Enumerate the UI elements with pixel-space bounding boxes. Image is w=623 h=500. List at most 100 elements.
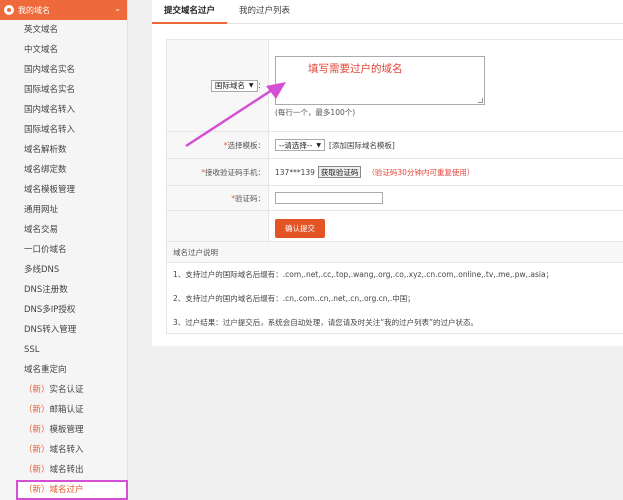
sidebar-item-label: 通用网址 [24,205,59,215]
notes-title: 域名过户说明 [167,242,623,263]
sidebar-item-dns-transfer[interactable]: DNS转入管理 [0,320,127,340]
sidebar-item-label: 实名认证 [49,385,84,395]
sidebar-item-dns-multi-ip[interactable]: DNS多IP授权 [0,300,127,320]
sidebar-header-my-domains[interactable]: 我的域名 ⌄ [0,0,127,20]
sidebar-item-label: 英文域名 [24,25,59,35]
form-row-domains: 国际域名 ▼ ： 填写需要过户的域名 (每行一个，最多100个) [167,40,623,132]
note-item: 1、支持过户的国际域名后缀有：.com,.net,.cc,.top,.wang,… [173,270,554,279]
sidebar-item-multiline-dns[interactable]: 多线DNS [0,260,127,280]
verification-code-input[interactable] [275,192,383,204]
tab-submit-transfer[interactable]: 提交域名过户 [152,0,228,24]
domain-type-select[interactable]: 国际域名 ▼ [210,79,258,92]
main-panel: 国际域名 ▼ ： 填写需要过户的域名 (每行一个，最多100个) * 选择模板： [152,24,623,346]
sidebar-item-label: 域名绑定数 [24,165,67,175]
template-label-cell: * 选择模板： [167,132,269,158]
domain-textarea[interactable]: 填写需要过户的域名 [275,56,485,105]
transfer-form: 国际域名 ▼ ： 填写需要过户的域名 (每行一个，最多100个) * 选择模板： [166,39,623,247]
sidebar-item-template-manage[interactable]: 域名模板管理 [0,180,127,200]
form-row-template: * 选择模板： --请选择-- ▼ [添加国际域名模板] [167,132,623,159]
phone-label: 接收验证码手机： [205,167,265,177]
sidebar-item-label: 国内域名转入 [24,105,76,115]
form-row-code: * 验证码： [167,186,623,211]
sidebar-item-ssl[interactable]: SSL [0,340,127,360]
sidebar-item-label: DNS转入管理 [24,325,77,335]
sidebar-item-new-template[interactable]: （新）模板管理 [0,420,127,440]
sidebar-menu: 英文域名 中文域名 国内域名实名 国际域名实名 国内域名转入 国际域名转入 域名… [0,20,128,500]
sidebar-item-dns-resolve[interactable]: 域名解析数 [0,140,127,160]
submit-button[interactable]: 确认提交 [275,219,325,238]
new-tag: （新） [24,385,50,395]
sidebar-item-english-domain[interactable]: 英文域名 [0,20,127,40]
template-select[interactable]: --请选择-- ▼ [275,139,325,151]
sidebar-title: 我的域名 [18,5,50,15]
form-row-phone: * 接收验证码手机： 137***139 获取验证码 （验证码30分钟内可重复使… [167,159,623,186]
sidebar-item-new-ownership-transfer[interactable]: （新）域名过户 [16,480,128,500]
new-tag: （新） [24,485,50,495]
sidebar-item-label: 域名重定向 [24,365,67,375]
template-label: 选择模板： [227,140,266,150]
sidebar-item-label: 域名解析数 [24,145,67,155]
note-item: 2、支持过户的国内域名后缀有：.cn,.com..cn,.net,.cn,.or… [173,294,415,303]
colon: ： [257,81,266,90]
sidebar-item-redirect[interactable]: 域名重定向 [0,360,127,380]
sidebar: 我的域名 ⌄ 英文域名 中文域名 国内域名实名 国际域名实名 国内域名转入 国际… [0,0,128,500]
sidebar-item-new-realname[interactable]: （新）实名认证 [0,380,127,400]
sidebar-item-label: SSL [24,345,40,355]
new-tag: （新） [24,405,50,415]
sidebar-item-label: 国际域名实名 [24,85,76,95]
new-tag: （新） [24,465,50,475]
sidebar-item-label: 国际域名转入 [24,125,76,135]
sidebar-item-label: DNS多IP授权 [24,305,76,315]
sidebar-item-label: 域名模板管理 [24,185,76,195]
template-input-cell: --请选择-- ▼ [添加国际域名模板] [269,132,623,158]
sidebar-item-label: 域名转出 [49,465,84,475]
sidebar-item-label: 域名交易 [24,225,59,235]
sidebar-item-label: 邮箱认证 [49,405,84,415]
domain-textarea-placeholder: 填写需要过户的域名 [308,63,403,75]
sidebar-item-chinese-domain[interactable]: 中文域名 [0,40,127,60]
sidebar-item-label: 域名过户 [49,485,84,495]
template-select-value: --请选择-- [279,140,313,150]
sidebar-item-intl-realname[interactable]: 国际域名实名 [0,80,127,100]
sidebar-item-universal-url[interactable]: 通用网址 [0,200,127,220]
sidebar-item-cn-transfer-in[interactable]: 国内域名转入 [0,100,127,120]
code-tip: （验证码30分钟内可重复使用） [367,167,475,177]
code-label: 验证码： [235,193,265,203]
code-input-cell [269,186,623,210]
get-code-button[interactable]: 获取验证码 [317,166,362,178]
sidebar-item-label: 一口价域名 [24,245,67,255]
tab-my-transfer-list[interactable]: 我的过户列表 [227,0,302,24]
sidebar-item-intl-transfer-in[interactable]: 国际域名转入 [0,120,127,140]
new-tag: （新） [24,425,50,435]
domain-icon [4,5,14,15]
sidebar-item-new-email[interactable]: （新）邮箱认证 [0,400,127,420]
new-tag: （新） [24,445,50,455]
sidebar-item-label: 多线DNS [24,265,60,275]
sidebar-item-new-transfer-in[interactable]: （新）域名转入 [0,440,127,460]
sidebar-item-cn-realname[interactable]: 国内域名实名 [0,60,127,80]
sidebar-item-domain-binding[interactable]: 域名绑定数 [0,160,127,180]
domain-input-cell: 填写需要过户的域名 (每行一个，最多100个) [269,40,623,131]
sidebar-item-domain-trade[interactable]: 域名交易 [0,220,127,240]
sidebar-item-label: 中文域名 [24,45,59,55]
sidebar-item-dns-register[interactable]: DNS注册数 [0,280,127,300]
dropdown-arrow-icon: ▼ [248,82,254,89]
phone-value: 137***139 [275,167,315,177]
tab-bar: 提交域名过户 我的过户列表 [152,0,623,24]
dropdown-arrow-icon: ▼ [316,141,321,149]
sidebar-item-label: 模板管理 [49,425,84,435]
transfer-notes: 域名过户说明 1、支持过户的国际域名后缀有：.com,.net,.cc,.top… [166,241,623,334]
sidebar-item-label: 国内域名实名 [24,65,76,75]
chevron-down-icon[interactable]: ⌄ [114,4,121,13]
phone-label-cell: * 接收验证码手机： [167,159,269,185]
domain-type-cell: 国际域名 ▼ ： [167,40,269,131]
code-label-cell: * 验证码： [167,186,269,210]
sidebar-item-new-transfer-out[interactable]: （新）域名转出 [0,460,127,480]
note-item: 3、过户结果：过户提交后，系统会自动处理，请您请及时关注“我的过户列表”的过户状… [173,318,479,327]
sidebar-item-label: 域名转入 [49,445,84,455]
resize-grip-icon[interactable] [478,98,483,103]
add-template-link[interactable]: [添加国际域名模板] [329,140,395,151]
domain-type-value: 国际域名 [214,81,245,90]
sidebar-item-fixed-price[interactable]: 一口价域名 [0,240,127,260]
domain-hint: (每行一个，最多100个) [275,108,356,117]
